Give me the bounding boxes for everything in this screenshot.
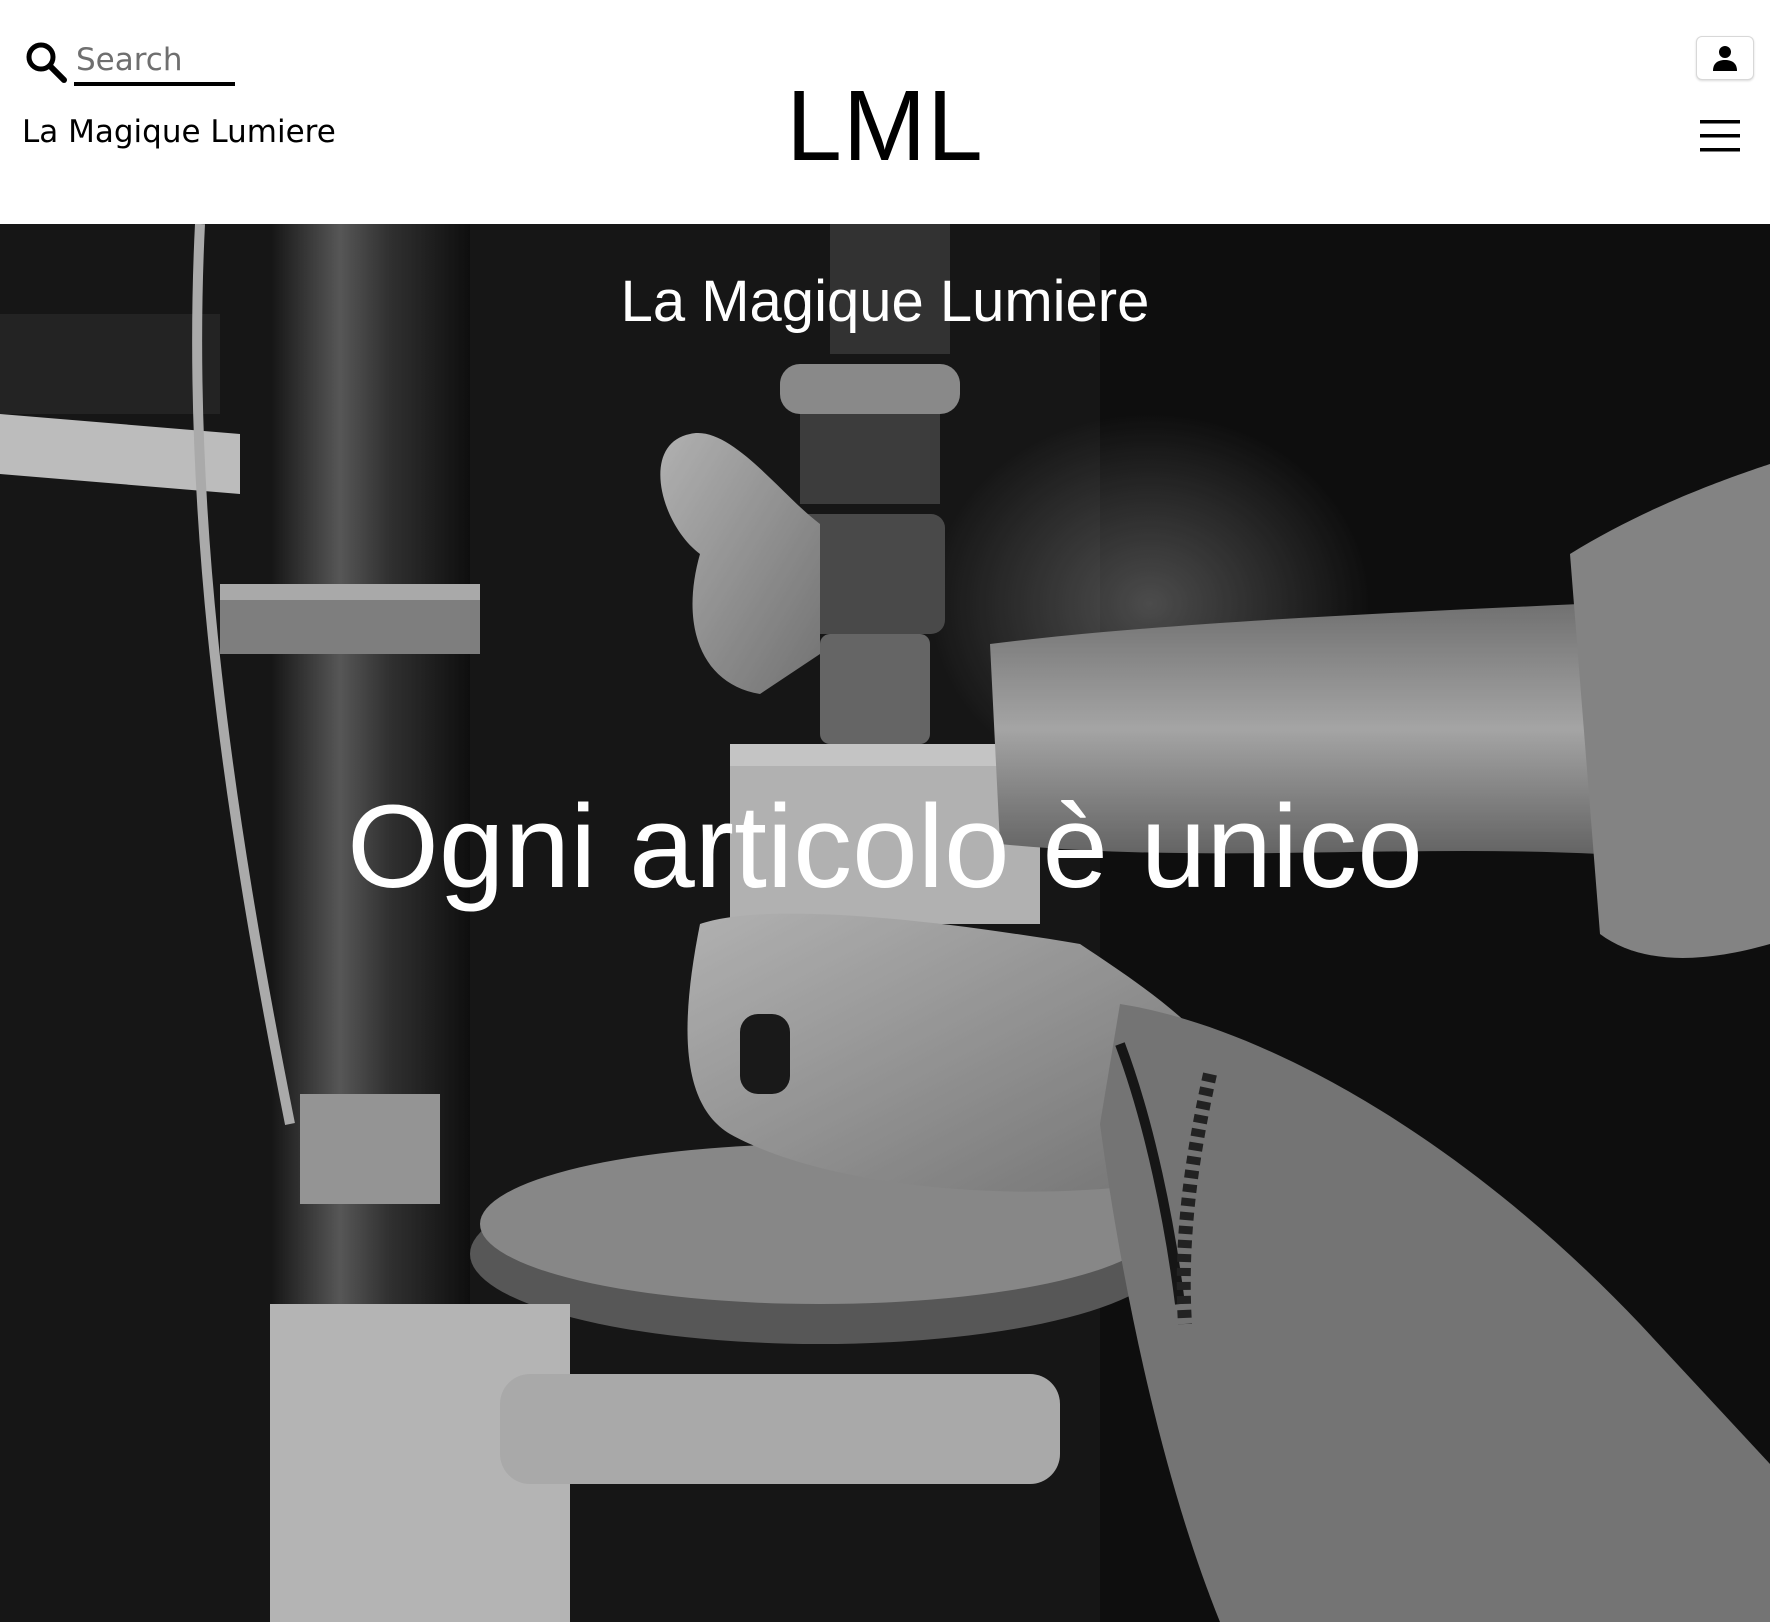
hero-banner: La Magique Lumiere Ogni articolo è unico <box>0 224 1770 1622</box>
hero-photo <box>0 224 1770 1622</box>
account-button[interactable] <box>1696 36 1754 80</box>
hamburger-menu-icon <box>1700 120 1740 152</box>
hero-subtitle: La Magique Lumiere <box>620 269 1150 334</box>
site-header: La Magique Lumiere LML <box>0 0 1770 224</box>
hero-title: Ogni articolo è unico <box>347 781 1423 913</box>
user-icon <box>1713 46 1737 71</box>
menu-button[interactable] <box>1696 114 1744 158</box>
site-logo[interactable]: LML <box>0 76 1770 176</box>
